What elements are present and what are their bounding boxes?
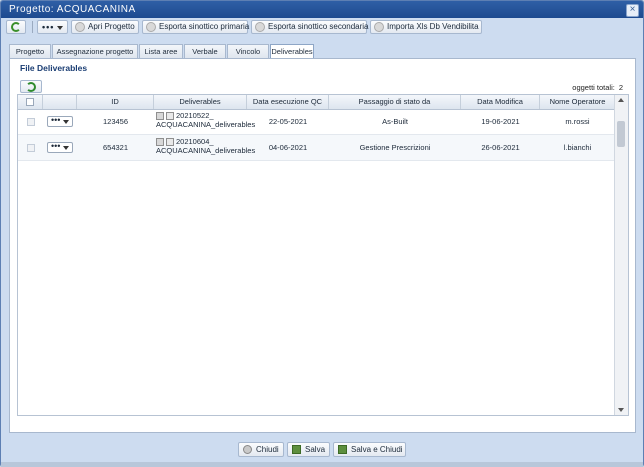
header-id[interactable]: ID	[77, 95, 154, 109]
row-id: 123456	[102, 117, 129, 126]
refresh-icon	[26, 82, 36, 92]
window-titlebar[interactable]: Progetto: ACQUACANINA ×	[1, 1, 643, 18]
row-data-modifica: 26-06-2021	[481, 143, 520, 152]
apri-progetto-button[interactable]: Apri Progetto	[71, 20, 139, 34]
header-actions-cell	[43, 95, 77, 109]
dialog-footer: Chiudi Salva Salva e Chiudi	[1, 439, 643, 461]
toolbar-actions-dropdown[interactable]: •••	[37, 20, 68, 34]
scroll-thumb[interactable]	[617, 121, 625, 147]
esporta-secondaria-label: Esporta sinottico secondaria	[268, 22, 369, 31]
row-actions-cell: •••	[43, 135, 77, 160]
esporta-sinottico-primaria-button[interactable]: Esporta sinottico primaria	[142, 20, 250, 34]
tab-progetto[interactable]: Progetto	[9, 44, 51, 58]
row-data-qc: 22-05-2021	[268, 117, 308, 126]
export-icon	[255, 22, 265, 32]
select-all-checkbox[interactable]	[26, 98, 34, 106]
row-select-cell	[18, 109, 43, 134]
row-select-cell	[18, 135, 43, 160]
deliverable-name-line2: ACQUACANINA_deliverables	[156, 120, 256, 129]
total-count: oggetti totali: 2	[572, 83, 623, 92]
deliverables-panel: File Deliverables oggetti totali: 2 ID De…	[9, 58, 636, 433]
file-download-icon[interactable]	[166, 111, 174, 120]
row-data-modifica: 19-06-2021	[481, 117, 520, 126]
grid-vertical-scrollbar[interactable]	[614, 95, 628, 415]
file-preview-icon[interactable]	[156, 111, 164, 120]
tab-assegnazione-progetto[interactable]: Assegnazione progetto	[52, 44, 138, 58]
row-actions-cell: •••	[43, 109, 77, 134]
esporta-primaria-label: Esporta sinottico primaria	[159, 22, 250, 31]
header-data-modifica[interactable]: Data Modifica	[461, 95, 540, 109]
row-actions-dropdown[interactable]: •••	[47, 142, 73, 153]
toolbar: ••• Apri Progetto Esporta sinottico prim…	[5, 19, 639, 36]
esporta-sinottico-secondaria-button[interactable]: Esporta sinottico secondaria	[251, 20, 369, 34]
importa-xls-button[interactable]: Importa Xls Db Vendibilita	[370, 20, 482, 34]
row-operatore: l.bianchi	[563, 143, 592, 152]
more-actions-icon: •••	[51, 115, 61, 125]
deliverable-name-line2: ACQUACANINA_deliverables	[156, 146, 256, 155]
deliverable-name-line1: 20210604_	[176, 137, 214, 146]
apri-progetto-label: Apri Progetto	[88, 22, 135, 31]
chiudi-button[interactable]: Chiudi	[238, 442, 284, 457]
salva-e-chiudi-button[interactable]: Salva e Chiudi	[333, 442, 406, 457]
scroll-up-icon[interactable]	[618, 98, 624, 102]
refresh-icon	[11, 22, 21, 32]
save-close-icon	[338, 445, 347, 454]
row-id: 654321	[102, 143, 129, 152]
row-actions-dropdown[interactable]: •••	[47, 116, 73, 127]
window-title: Progetto: ACQUACANINA	[9, 4, 136, 15]
more-actions-icon: •••	[51, 141, 61, 151]
header-stato[interactable]: Passaggio di stato da	[329, 95, 461, 109]
chevron-down-icon	[63, 120, 69, 124]
table-row[interactable]: ••• 654321 20210604_ ACQUACANINA_deliver…	[18, 135, 615, 161]
row-deliverables: 20210604_ ACQUACANINA_deliverables	[154, 135, 255, 160]
row-data-qc: 04-06-2021	[268, 143, 308, 152]
header-operatore[interactable]: Nome Operatore	[540, 95, 615, 109]
header-data-qc[interactable]: Data esecuzione QC	[247, 95, 329, 109]
scroll-down-icon[interactable]	[618, 408, 624, 412]
tab-lista-aree[interactable]: Lista aree	[139, 44, 183, 58]
tab-deliverables[interactable]: Deliverables	[270, 44, 314, 59]
deliverables-grid: ID Deliverables Data esecuzione QC Passa…	[17, 94, 629, 416]
salva-label: Salva	[305, 445, 326, 454]
row-stato: Gestione Prescrizioni	[359, 143, 431, 152]
tab-vincolo[interactable]: Vincolo	[227, 44, 269, 58]
background-strip	[1, 462, 643, 467]
total-count-value: 2	[618, 83, 623, 92]
export-icon	[146, 22, 156, 32]
chiudi-label: Chiudi	[256, 445, 279, 454]
toolbar-refresh-button[interactable]	[6, 20, 26, 34]
panel-title: File Deliverables	[20, 63, 88, 73]
toolbar-separator	[32, 21, 33, 33]
chevron-down-icon	[57, 25, 64, 30]
import-icon	[374, 22, 384, 32]
salva-button[interactable]: Salva	[287, 442, 330, 457]
importa-xls-label: Importa Xls Db Vendibilita	[387, 22, 479, 31]
project-window: Progetto: ACQUACANINA × ••• Apri Progett…	[0, 0, 644, 467]
row-deliverables: 20210522_ ACQUACANINA_deliverables	[154, 109, 255, 134]
header-select-cell	[18, 95, 43, 109]
table-row[interactable]: ••• 123456 20210522_ ACQUACANINA_deliver…	[18, 109, 615, 135]
file-download-icon[interactable]	[166, 137, 174, 146]
more-actions-icon: •••	[42, 22, 55, 32]
total-count-label: oggetti totali:	[572, 83, 615, 92]
deliverable-name-line1: 20210522_	[176, 111, 214, 120]
salva-e-chiudi-label: Salva e Chiudi	[351, 445, 403, 454]
grid-refresh-button[interactable]	[20, 80, 42, 93]
close-icon[interactable]: ×	[626, 4, 639, 17]
grid-header: ID Deliverables Data esecuzione QC Passa…	[18, 95, 615, 110]
row-operatore: m.rossi	[565, 117, 590, 126]
tab-verbale[interactable]: Verbale	[184, 44, 226, 58]
file-preview-icon[interactable]	[156, 137, 164, 146]
row-checkbox[interactable]	[26, 117, 35, 126]
row-checkbox[interactable]	[26, 143, 35, 152]
close-icon	[243, 445, 252, 454]
save-icon	[292, 445, 301, 454]
row-stato: As-Built	[382, 117, 408, 126]
chevron-down-icon	[63, 146, 69, 150]
folder-icon	[75, 22, 85, 32]
header-deliverables[interactable]: Deliverables	[154, 95, 247, 109]
